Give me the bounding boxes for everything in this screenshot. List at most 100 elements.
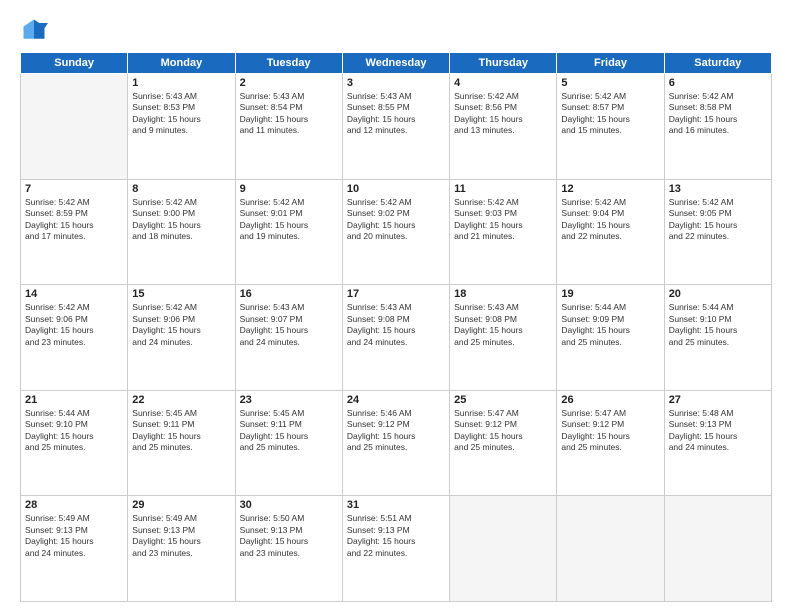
day-number: 10 xyxy=(347,183,445,195)
day-number: 12 xyxy=(561,183,659,195)
calendar-cell: 6 Sunrise: 5:42 AMSunset: 8:58 PMDaylight… xyxy=(664,74,771,180)
weekday-header-monday: Monday xyxy=(128,53,235,74)
day-info: Sunrise: 5:42 AMSunset: 9:04 PMDaylight:… xyxy=(561,197,659,243)
calendar-cell: 7 Sunrise: 5:42 AMSunset: 8:59 PMDaylight… xyxy=(21,179,128,285)
day-info: Sunrise: 5:43 AMSunset: 9:08 PMDaylight:… xyxy=(347,302,445,348)
calendar-cell: 30Sunrise: 5:50 AMSunset: 9:13 PMDayligh… xyxy=(235,496,342,602)
day-number: 26 xyxy=(561,394,659,406)
calendar-cell: 3 Sunrise: 5:43 AMSunset: 8:55 PMDaylight… xyxy=(342,74,449,180)
calendar-cell: 28 Sunrise: 5:49 AMSunset: 9:13 PMDayligh… xyxy=(21,496,128,602)
day-number: 17 xyxy=(347,288,445,300)
day-number: 16 xyxy=(240,288,338,300)
calendar-cell: 23 Sunrise: 5:45 AMSunset: 9:11 PMDayligh… xyxy=(235,390,342,496)
day-number: 9 xyxy=(240,183,338,195)
day-info: Sunrise: 5:45 AMSunset: 9:11 PMDaylight:… xyxy=(132,408,230,454)
calendar-cell: 10 Sunrise: 5:42 AMSunset: 9:02 PMDayligh… xyxy=(342,179,449,285)
calendar-cell: 12 Sunrise: 5:42 AMSunset: 9:04 PMDayligh… xyxy=(557,179,664,285)
day-number: 4 xyxy=(454,77,552,89)
week-row-5: 28 Sunrise: 5:49 AMSunset: 9:13 PMDayligh… xyxy=(21,496,772,602)
day-info: Sunrise: 5:44 AMSunset: 9:10 PMDaylight:… xyxy=(25,408,123,454)
weekday-header-saturday: Saturday xyxy=(664,53,771,74)
day-info: Sunrise: 5:43 AMSunset: 8:54 PMDaylight:… xyxy=(240,91,338,137)
day-number: 23 xyxy=(240,394,338,406)
day-info: Sunrise: 5:43 AMSunset: 9:07 PMDaylight:… xyxy=(240,302,338,348)
day-info: Sunrise: 5:51 AMSunset: 9:13 PMDaylight:… xyxy=(347,513,445,559)
day-info: Sunrise: 5:47 AMSunset: 9:12 PMDaylight:… xyxy=(454,408,552,454)
calendar-cell: 31Sunrise: 5:51 AMSunset: 9:13 PMDayligh… xyxy=(342,496,449,602)
day-number: 8 xyxy=(132,183,230,195)
day-info: Sunrise: 5:42 AMSunset: 9:06 PMDaylight:… xyxy=(25,302,123,348)
calendar-cell: 9 Sunrise: 5:42 AMSunset: 9:01 PMDaylight… xyxy=(235,179,342,285)
calendar-cell: 19 Sunrise: 5:44 AMSunset: 9:09 PMDayligh… xyxy=(557,285,664,391)
day-info: Sunrise: 5:42 AMSunset: 9:05 PMDaylight:… xyxy=(669,197,767,243)
day-number: 25 xyxy=(454,394,552,406)
logo xyxy=(20,16,52,44)
calendar-cell: 16 Sunrise: 5:43 AMSunset: 9:07 PMDayligh… xyxy=(235,285,342,391)
calendar-cell: 4 Sunrise: 5:42 AMSunset: 8:56 PMDaylight… xyxy=(450,74,557,180)
day-number: 3 xyxy=(347,77,445,89)
day-info: Sunrise: 5:43 AMSunset: 8:53 PMDaylight:… xyxy=(132,91,230,137)
calendar-cell: 27 Sunrise: 5:48 AMSunset: 9:13 PMDayligh… xyxy=(664,390,771,496)
calendar-cell xyxy=(557,496,664,602)
day-info: Sunrise: 5:48 AMSunset: 9:13 PMDaylight:… xyxy=(669,408,767,454)
calendar-cell: 15 Sunrise: 5:42 AMSunset: 9:06 PMDayligh… xyxy=(128,285,235,391)
calendar-cell: 1Sunrise: 5:43 AMSunset: 8:53 PMDaylight… xyxy=(128,74,235,180)
day-number: 28 xyxy=(25,499,123,511)
week-row-4: 21 Sunrise: 5:44 AMSunset: 9:10 PMDayligh… xyxy=(21,390,772,496)
calendar-cell xyxy=(21,74,128,180)
calendar-cell: 2 Sunrise: 5:43 AMSunset: 8:54 PMDaylight… xyxy=(235,74,342,180)
logo-icon xyxy=(20,16,48,44)
day-info: Sunrise: 5:42 AMSunset: 9:03 PMDaylight:… xyxy=(454,197,552,243)
day-info: Sunrise: 5:42 AMSunset: 8:57 PMDaylight:… xyxy=(561,91,659,137)
calendar-cell: 24 Sunrise: 5:46 AMSunset: 9:12 PMDayligh… xyxy=(342,390,449,496)
day-number: 22 xyxy=(132,394,230,406)
day-info: Sunrise: 5:46 AMSunset: 9:12 PMDaylight:… xyxy=(347,408,445,454)
day-number: 14 xyxy=(25,288,123,300)
calendar-cell: 25 Sunrise: 5:47 AMSunset: 9:12 PMDayligh… xyxy=(450,390,557,496)
day-number: 20 xyxy=(669,288,767,300)
day-info: Sunrise: 5:42 AMSunset: 9:02 PMDaylight:… xyxy=(347,197,445,243)
day-info: Sunrise: 5:43 AMSunset: 9:08 PMDaylight:… xyxy=(454,302,552,348)
week-row-1: 1Sunrise: 5:43 AMSunset: 8:53 PMDaylight… xyxy=(21,74,772,180)
calendar-cell: 17 Sunrise: 5:43 AMSunset: 9:08 PMDayligh… xyxy=(342,285,449,391)
calendar-cell: 11Sunrise: 5:42 AMSunset: 9:03 PMDayligh… xyxy=(450,179,557,285)
day-info: Sunrise: 5:43 AMSunset: 8:55 PMDaylight:… xyxy=(347,91,445,137)
calendar-cell: 20Sunrise: 5:44 AMSunset: 9:10 PMDayligh… xyxy=(664,285,771,391)
week-row-2: 7 Sunrise: 5:42 AMSunset: 8:59 PMDaylight… xyxy=(21,179,772,285)
day-number: 15 xyxy=(132,288,230,300)
calendar-cell xyxy=(664,496,771,602)
calendar-cell: 14 Sunrise: 5:42 AMSunset: 9:06 PMDayligh… xyxy=(21,285,128,391)
day-info: Sunrise: 5:42 AMSunset: 9:01 PMDaylight:… xyxy=(240,197,338,243)
calendar-table: SundayMondayTuesdayWednesdayThursdayFrid… xyxy=(20,52,772,602)
day-number: 24 xyxy=(347,394,445,406)
day-number: 29 xyxy=(132,499,230,511)
day-number: 19 xyxy=(561,288,659,300)
week-row-3: 14 Sunrise: 5:42 AMSunset: 9:06 PMDayligh… xyxy=(21,285,772,391)
calendar-cell: 29Sunrise: 5:49 AMSunset: 9:13 PMDayligh… xyxy=(128,496,235,602)
weekday-header-thursday: Thursday xyxy=(450,53,557,74)
day-info: Sunrise: 5:42 AMSunset: 8:59 PMDaylight:… xyxy=(25,197,123,243)
day-info: Sunrise: 5:49 AMSunset: 9:13 PMDaylight:… xyxy=(25,513,123,559)
day-info: Sunrise: 5:42 AMSunset: 9:06 PMDaylight:… xyxy=(132,302,230,348)
day-info: Sunrise: 5:42 AMSunset: 9:00 PMDaylight:… xyxy=(132,197,230,243)
day-info: Sunrise: 5:45 AMSunset: 9:11 PMDaylight:… xyxy=(240,408,338,454)
day-number: 7 xyxy=(25,183,123,195)
day-number: 21 xyxy=(25,394,123,406)
weekday-header-tuesday: Tuesday xyxy=(235,53,342,74)
day-info: Sunrise: 5:42 AMSunset: 8:56 PMDaylight:… xyxy=(454,91,552,137)
day-info: Sunrise: 5:42 AMSunset: 8:58 PMDaylight:… xyxy=(669,91,767,137)
calendar-cell: 13 Sunrise: 5:42 AMSunset: 9:05 PMDayligh… xyxy=(664,179,771,285)
day-number: 5 xyxy=(561,77,659,89)
calendar-cell xyxy=(450,496,557,602)
weekday-header-friday: Friday xyxy=(557,53,664,74)
day-number: 6 xyxy=(669,77,767,89)
calendar-cell: 26Sunrise: 5:47 AMSunset: 9:12 PMDayligh… xyxy=(557,390,664,496)
day-number: 27 xyxy=(669,394,767,406)
weekday-header-row: SundayMondayTuesdayWednesdayThursdayFrid… xyxy=(21,53,772,74)
day-info: Sunrise: 5:50 AMSunset: 9:13 PMDaylight:… xyxy=(240,513,338,559)
calendar-cell: 22 Sunrise: 5:45 AMSunset: 9:11 PMDayligh… xyxy=(128,390,235,496)
day-info: Sunrise: 5:44 AMSunset: 9:09 PMDaylight:… xyxy=(561,302,659,348)
day-number: 13 xyxy=(669,183,767,195)
calendar-cell: 8 Sunrise: 5:42 AMSunset: 9:00 PMDaylight… xyxy=(128,179,235,285)
day-number: 2 xyxy=(240,77,338,89)
